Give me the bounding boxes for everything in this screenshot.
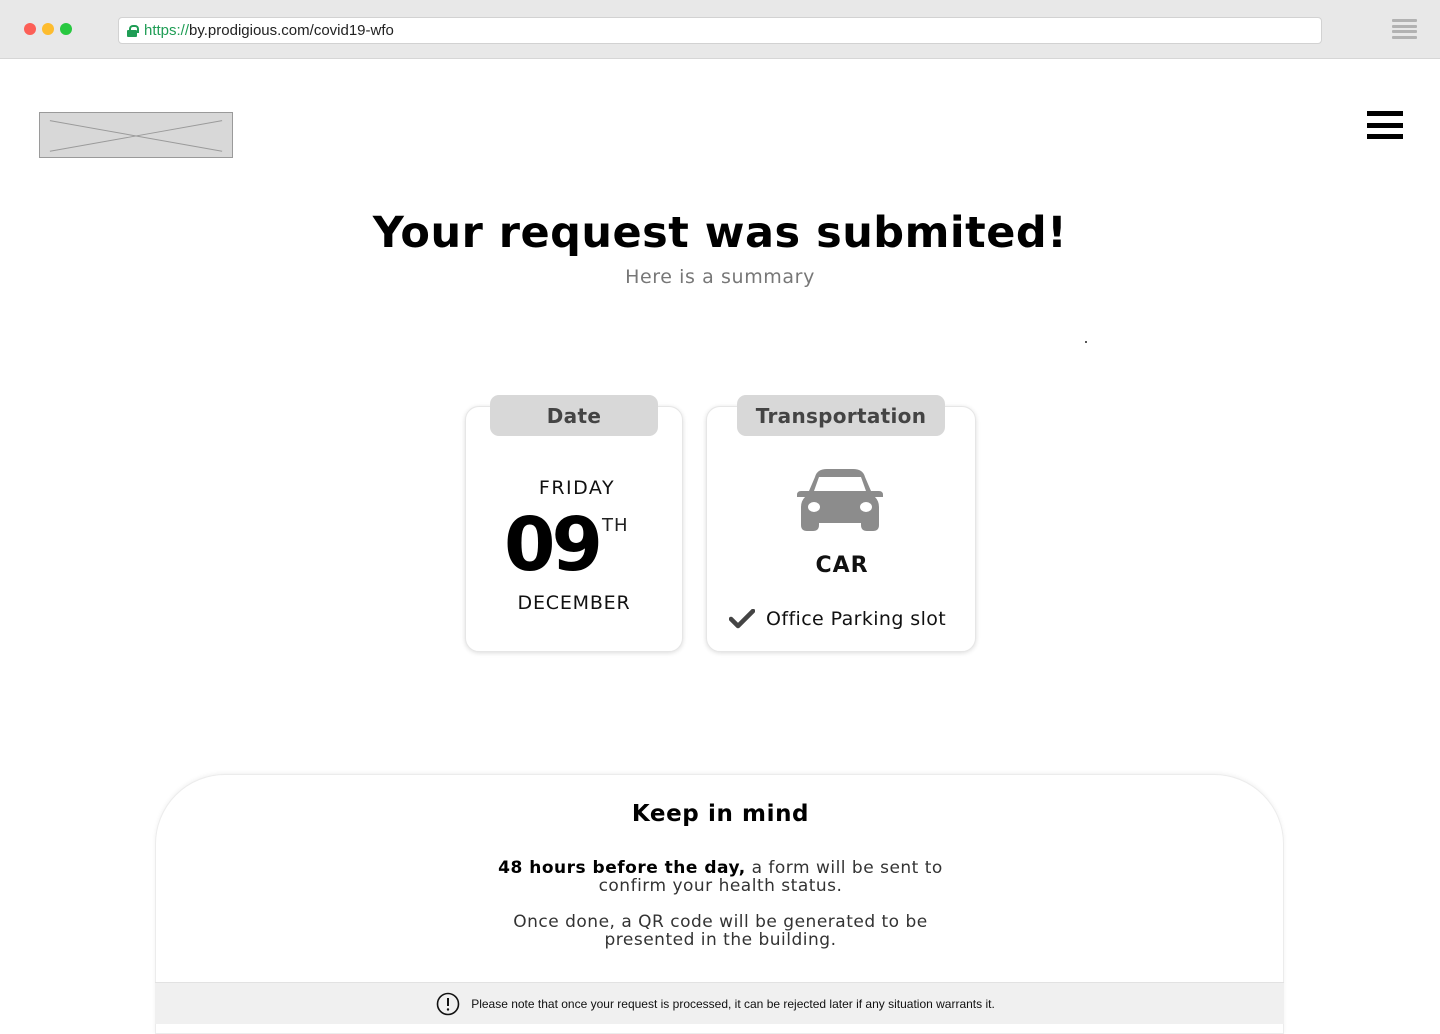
page-subtitle: Here is a summary: [625, 266, 815, 288]
car-icon: [797, 469, 883, 531]
window-maximize-button[interactable]: [60, 23, 72, 35]
qr-code-note-line2: presented in the building.: [604, 930, 837, 950]
window-close-button[interactable]: [24, 23, 36, 35]
parking-option: Office Parking slot: [729, 608, 946, 630]
date-card-tab: Date: [490, 395, 658, 436]
health-form-note-bold: 48 hours before the day,: [498, 858, 746, 878]
keep-in-mind-title: Keep in mind: [631, 801, 810, 827]
health-form-note-line2: confirm your health status.: [598, 876, 843, 896]
page-title: Your request was submited!: [372, 208, 1068, 258]
window-minimize-button[interactable]: [42, 23, 54, 35]
logo-placeholder[interactable]: [39, 112, 233, 158]
rejection-notice-bar: Please note that once your request is pr…: [155, 982, 1284, 1024]
rejection-notice-text: Please note that once your request is pr…: [471, 996, 995, 1011]
day-ordinal: TH: [602, 515, 629, 536]
url-scheme: https://: [144, 22, 190, 39]
browser-menu-icon[interactable]: [1392, 19, 1417, 39]
day-number: 09: [504, 502, 603, 588]
exclamation-circle-icon: [436, 992, 460, 1015]
image-placeholder-icon: [49, 120, 223, 152]
transport-mode: CAR: [815, 553, 869, 578]
url-path: by.prodigious.com/covid19-wfo: [189, 22, 394, 39]
lock-icon: [127, 24, 139, 37]
transportation-card: Transportation CAR Office Parking slot: [706, 395, 976, 652]
date-card: Date FRIDAY 09 TH DECEMBER: [465, 395, 683, 652]
qr-code-note: Once done, a QR code will be generated t…: [156, 913, 1285, 949]
health-form-note: 48 hours before the day, a form will be …: [156, 859, 1285, 895]
month-label: DECEMBER: [517, 592, 631, 614]
address-bar[interactable]: https://by.prodigious.com/covid19-wfo: [118, 17, 1322, 44]
transportation-card-tab: Transportation: [737, 395, 945, 436]
stray-dot: [1085, 341, 1087, 343]
qr-code-note-line1: Once done, a QR code will be generated t…: [513, 912, 928, 932]
weekday-label: FRIDAY: [538, 477, 616, 499]
hamburger-menu-icon[interactable]: [1367, 111, 1403, 139]
health-form-note-line1: a form will be sent to: [745, 858, 943, 878]
checkmark-icon: [729, 609, 755, 629]
browser-chrome: https://by.prodigious.com/covid19-wfo: [0, 0, 1440, 59]
parking-label: Office Parking slot: [766, 608, 947, 630]
